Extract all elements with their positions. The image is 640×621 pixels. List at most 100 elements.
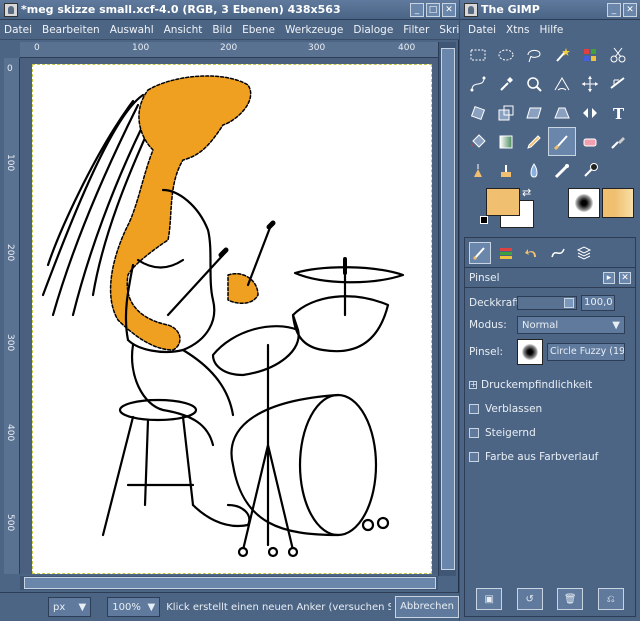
cancel-button[interactable]: Abbrechen xyxy=(395,596,459,618)
menu-datei[interactable]: Datei xyxy=(468,24,496,36)
save-options-button[interactable]: ▣ xyxy=(476,588,503,610)
rotate-tool-button[interactable] xyxy=(464,98,492,127)
vertical-scrollbar[interactable] xyxy=(438,42,456,576)
image-window-titlebar[interactable]: *meg skizze small.xcf-4.0 (RGB, 3 Ebenen… xyxy=(0,0,459,20)
blur-tool-button[interactable] xyxy=(520,156,548,185)
dodge-burn-icon xyxy=(584,162,598,177)
measure-tool-button[interactable] xyxy=(548,69,576,98)
menu-dialoge[interactable]: Dialoge xyxy=(353,24,393,36)
shear-tool-button[interactable] xyxy=(520,98,548,127)
ruler-label: 200 xyxy=(5,244,15,262)
pencil-tool-button[interactable] xyxy=(520,127,548,156)
channels-tab[interactable] xyxy=(573,242,595,264)
close-button[interactable]: ✕ xyxy=(623,2,637,17)
unit-select[interactable]: px ▼ xyxy=(48,597,92,617)
ink-tool-button[interactable] xyxy=(464,156,492,185)
opacity-slider-handle[interactable] xyxy=(564,298,574,308)
fuzzy-select-tool-button[interactable] xyxy=(548,40,576,69)
reset-options-button[interactable]: ⎌ xyxy=(597,588,624,610)
menu-bild[interactable]: Bild xyxy=(212,24,232,36)
horizontal-scrollbar[interactable] xyxy=(20,576,438,590)
gradient-preview[interactable] xyxy=(602,188,634,218)
perspective-tool-button[interactable] xyxy=(548,98,576,127)
opacity-slider[interactable] xyxy=(517,296,577,310)
chevron-down-icon: ▼ xyxy=(612,319,620,331)
lasso-icon xyxy=(527,49,541,62)
incremental-checkbox[interactable] xyxy=(469,428,479,438)
ruler-corner-button[interactable] xyxy=(4,42,20,58)
blend-tool-button[interactable] xyxy=(492,127,520,156)
clone-tool-button[interactable] xyxy=(492,156,520,185)
undo-tab[interactable] xyxy=(521,242,543,264)
menu-bearbeiten[interactable]: Bearbeiten xyxy=(42,24,100,36)
toolbox-menubar: Datei Xtns Hilfe xyxy=(460,20,640,40)
menu-werkzeuge[interactable]: Werkzeuge xyxy=(285,24,343,36)
brush-options-tab[interactable] xyxy=(469,241,491,264)
brush-button[interactable] xyxy=(517,339,543,365)
foreground-color-swatch[interactable] xyxy=(486,188,520,216)
dock-button-bar: ▣ ↺ 🗑 ⎌ xyxy=(469,588,631,610)
eraser-tool-button[interactable] xyxy=(576,127,604,156)
fade-checkbox[interactable] xyxy=(469,404,479,414)
fade-option[interactable]: Verblassen xyxy=(465,398,635,420)
horizontal-scroll-thumb[interactable] xyxy=(24,577,436,589)
vertical-scroll-thumb[interactable] xyxy=(441,48,455,570)
text-tool-button[interactable]: T xyxy=(604,98,632,127)
maximize-button[interactable]: □ xyxy=(426,2,440,17)
image-menubar: Datei Bearbeiten Auswahl Ansicht Bild Eb… xyxy=(0,20,486,40)
layers-tab[interactable] xyxy=(495,242,517,264)
paths-tab[interactable] xyxy=(547,242,569,264)
menu-xtns[interactable]: Xtns xyxy=(506,24,529,36)
menu-datei[interactable]: Datei xyxy=(4,24,32,36)
ruler-vertical[interactable]: 0 100 200 300 400 500 xyxy=(4,58,20,574)
opacity-spinbox[interactable]: 100,0 xyxy=(581,295,615,311)
move-tool-button[interactable] xyxy=(576,69,604,98)
gradient-color-option[interactable]: Farbe aus Farbverlauf xyxy=(465,446,635,468)
mode-value: Normal xyxy=(522,319,559,331)
pressure-row[interactable]: + Druckempfindlichkeit xyxy=(465,374,635,396)
expander-icon[interactable]: + xyxy=(469,381,477,389)
color-select-tool-button[interactable] xyxy=(576,40,604,69)
tab-menu-button[interactable]: ▸ xyxy=(603,271,615,284)
brush-preview[interactable] xyxy=(568,188,600,218)
restore-options-button[interactable]: ↺ xyxy=(516,588,543,610)
close-tab-button[interactable]: ✕ xyxy=(619,271,631,284)
gradient-color-checkbox[interactable] xyxy=(469,452,479,462)
menu-ebene[interactable]: Ebene xyxy=(242,24,275,36)
bucket-fill-tool-button[interactable] xyxy=(464,127,492,156)
menu-auswahl[interactable]: Auswahl xyxy=(110,24,154,36)
rect-select-tool-button[interactable] xyxy=(464,40,492,69)
swap-colors-icon[interactable]: ⇄ xyxy=(522,186,531,199)
canvas-area[interactable] xyxy=(20,58,438,574)
default-colors-icon[interactable] xyxy=(480,216,488,224)
menu-hilfe[interactable]: Hilfe xyxy=(539,24,563,36)
airbrush-tool-button[interactable] xyxy=(604,127,632,156)
ellipse-select-tool-button[interactable] xyxy=(492,40,520,69)
crop-tool-button[interactable] xyxy=(604,69,632,98)
rotate-icon xyxy=(470,105,486,120)
zoom-select[interactable]: 100% ▼ xyxy=(107,597,161,617)
image-canvas[interactable] xyxy=(32,64,432,574)
minimize-button[interactable]: _ xyxy=(607,2,621,17)
dodge-burn-tool-button[interactable] xyxy=(576,156,604,185)
scale-tool-button[interactable] xyxy=(492,98,520,127)
menu-ansicht[interactable]: Ansicht xyxy=(164,24,203,36)
smudge-tool-button[interactable] xyxy=(548,156,576,185)
paintbrush-tool-button[interactable] xyxy=(548,127,576,156)
lasso-tool-button[interactable] xyxy=(520,40,548,69)
minimize-button[interactable]: _ xyxy=(410,2,424,17)
incremental-option[interactable]: Steigernd xyxy=(465,422,635,444)
flip-tool-button[interactable] xyxy=(576,98,604,127)
mode-select[interactable]: Normal ▼ xyxy=(517,316,625,334)
toolbox-titlebar[interactable]: The GIMP _ ✕ xyxy=(460,0,640,20)
color-picker-tool-button[interactable] xyxy=(492,69,520,98)
ruler-label: 0 xyxy=(34,43,40,53)
magnify-tool-button[interactable] xyxy=(520,69,548,98)
ruler-horizontal[interactable]: 0 100 200 300 400 xyxy=(20,42,438,58)
scissors-tool-button[interactable] xyxy=(604,40,632,69)
paths-tool-button[interactable] xyxy=(464,69,492,98)
close-button[interactable]: ✕ xyxy=(442,2,456,17)
ellipse-select-icon xyxy=(498,49,514,60)
menu-filter[interactable]: Filter xyxy=(403,24,429,36)
delete-options-button[interactable]: 🗑 xyxy=(557,588,584,610)
